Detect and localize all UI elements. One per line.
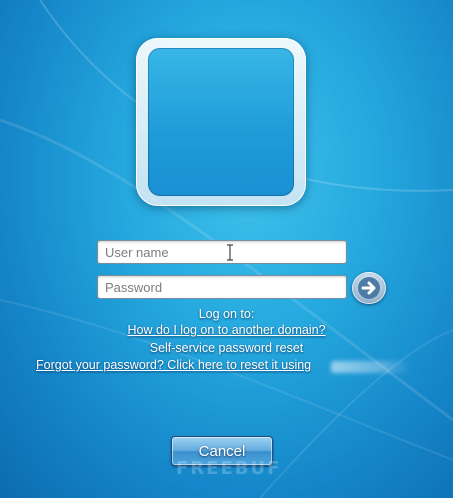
submit-arrow-button[interactable] [352,272,386,304]
redacted-text [331,361,411,373]
self-service-reset-label: Self-service password reset [149,341,304,355]
forgot-password-link[interactable]: Forgot your password? Click here to rese… [36,358,311,372]
username-input[interactable] [97,240,347,264]
user-avatar-frame [136,38,306,206]
user-avatar-picture [148,48,294,196]
logon-to-label: Log on to: [198,307,255,321]
other-domain-link[interactable]: How do I log on to another domain? [0,323,453,337]
arrow-right-icon [358,277,380,299]
cancel-button[interactable]: Cancel [171,436,273,466]
password-input[interactable] [97,275,347,299]
